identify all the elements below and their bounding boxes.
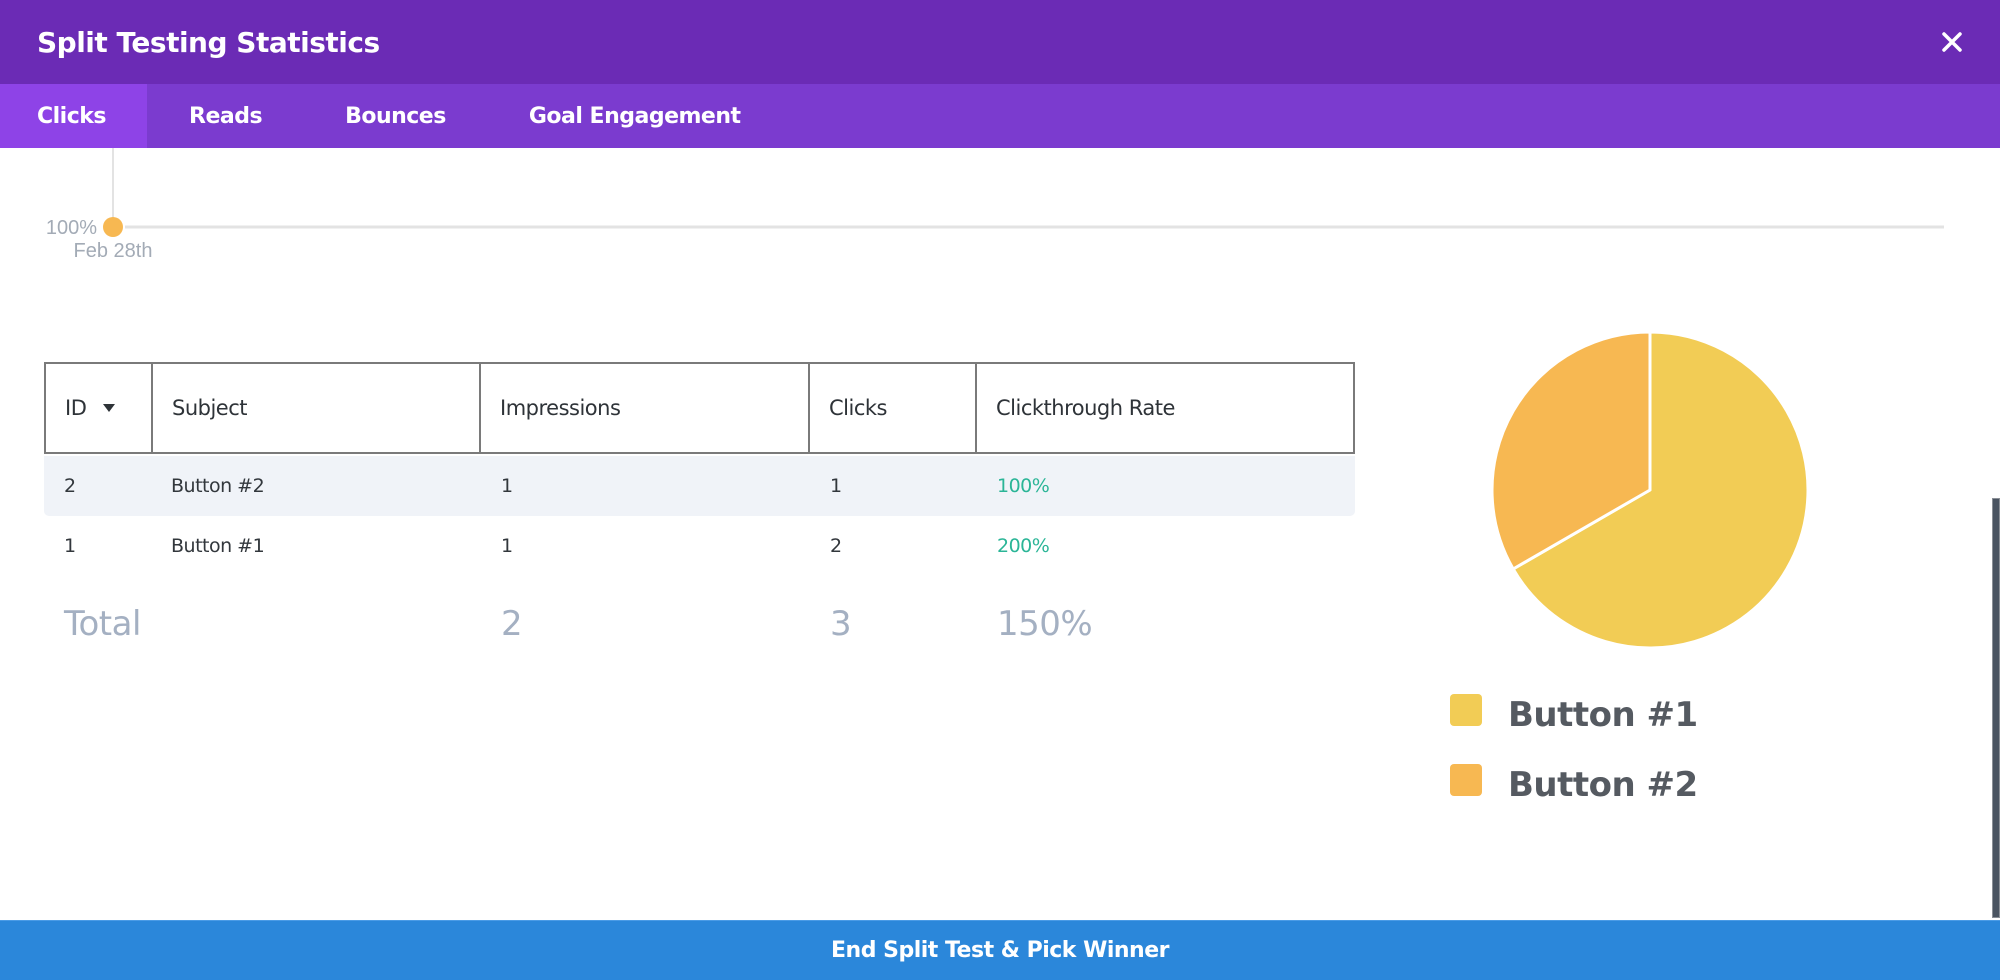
line-chart-svg: 100%Feb 28th <box>46 148 1944 262</box>
column-header-clicks[interactable]: Clicks <box>810 364 977 452</box>
table-row: 1 Button #1 1 2 200% <box>44 516 1355 576</box>
cell-subject: Button #2 <box>171 475 265 497</box>
close-icon <box>1942 32 1962 52</box>
end-split-test-button[interactable]: End Split Test & Pick Winner <box>0 920 2000 980</box>
legend-swatch <box>1450 764 1482 796</box>
pie-legend: Button #1 Button #2 <box>1450 680 1698 820</box>
column-header-id[interactable]: ID <box>46 364 153 452</box>
tab-reads[interactable]: Reads <box>147 84 303 148</box>
legend-item-button-1[interactable]: Button #1 <box>1450 680 1698 750</box>
close-button[interactable] <box>1934 24 1970 60</box>
line-point[interactable] <box>103 217 123 237</box>
total-impressions: 2 <box>501 604 523 644</box>
total-label: Total <box>64 604 141 644</box>
table-header: ID Subject Impressions Clicks Clickthrou… <box>44 362 1355 454</box>
column-header-impressions[interactable]: Impressions <box>481 364 810 452</box>
pie-chart-svg <box>1490 330 1810 650</box>
x-tick-label: Feb 28th <box>74 240 153 262</box>
cell-clicks: 1 <box>830 475 842 497</box>
modal-header: Split Testing Statistics <box>0 0 2000 84</box>
tab-bar: Clicks Reads Bounces Goal Engagement <box>0 84 2000 148</box>
cell-id: 1 <box>64 535 76 557</box>
cell-subject: Button #1 <box>171 535 265 557</box>
pie-chart <box>1490 330 1810 650</box>
total-clickthrough-rate: 150% <box>997 604 1093 644</box>
modal-title: Split Testing Statistics <box>37 25 380 59</box>
legend-label: Button #1 <box>1508 695 1698 735</box>
total-clicks: 3 <box>830 604 852 644</box>
cell-clicks: 2 <box>830 535 842 557</box>
tab-clicks[interactable]: Clicks <box>0 84 147 148</box>
table-row: 2 Button #2 1 1 100% <box>44 456 1355 516</box>
caret-down-icon <box>103 404 116 412</box>
line-chart: 100% Feb 28th <box>0 148 1990 268</box>
tab-goal-engagement[interactable]: Goal Engagement <box>487 84 782 148</box>
cell-clickthrough-rate: 100% <box>997 475 1050 497</box>
tab-bounces[interactable]: Bounces <box>303 84 487 148</box>
cell-impressions: 1 <box>501 535 513 557</box>
column-header-id-label: ID <box>65 396 87 420</box>
scrollbar-thumb[interactable] <box>1992 498 2000 918</box>
cell-impressions: 1 <box>501 475 513 497</box>
column-header-subject[interactable]: Subject <box>153 364 481 452</box>
legend-label: Button #2 <box>1508 765 1698 805</box>
stats-table: ID Subject Impressions Clicks Clickthrou… <box>44 362 1355 672</box>
point-value-label: 100% <box>46 217 97 239</box>
table-total-row: Total 2 3 150% <box>44 576 1355 672</box>
column-header-clickthrough-rate[interactable]: Clickthrough Rate <box>977 364 1353 452</box>
cell-clickthrough-rate: 200% <box>997 535 1050 557</box>
stats-content: 100% Feb 28th ID Subject Impressions Clic… <box>0 148 1990 920</box>
legend-item-button-2[interactable]: Button #2 <box>1450 750 1698 820</box>
legend-swatch <box>1450 694 1482 726</box>
cell-id: 2 <box>64 475 76 497</box>
